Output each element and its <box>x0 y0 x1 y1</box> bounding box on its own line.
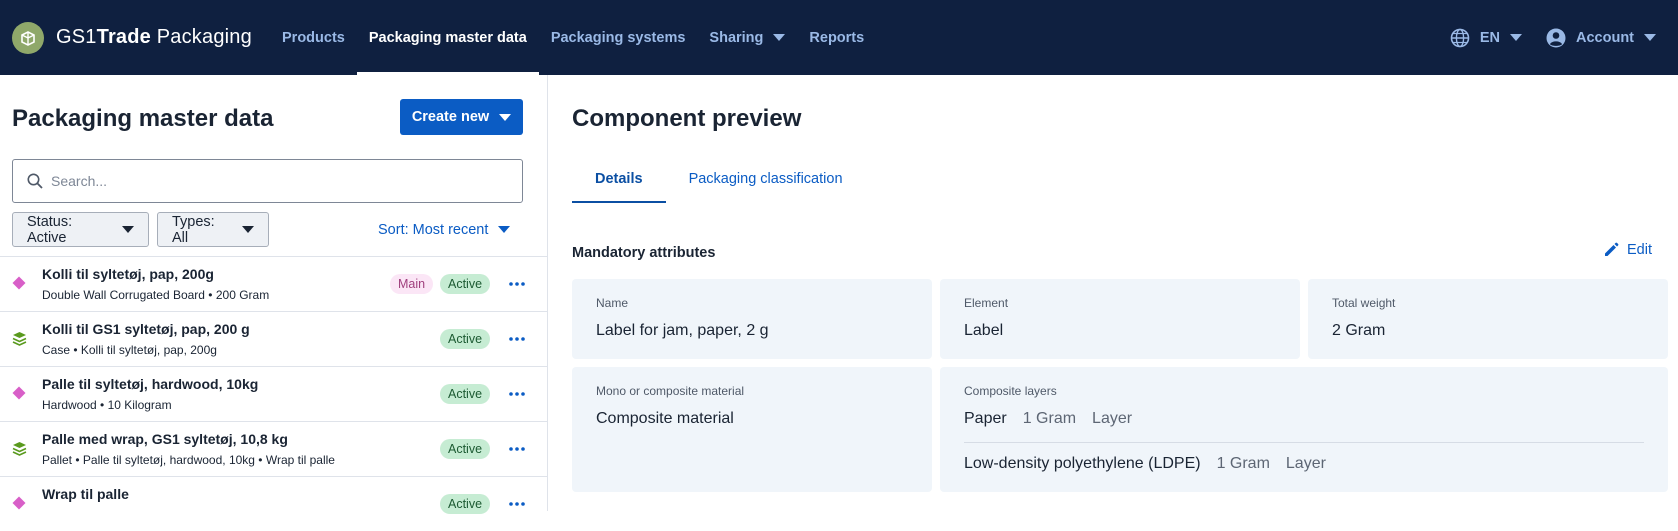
status-badge: Active <box>440 494 491 514</box>
chevron-down-icon <box>498 226 511 233</box>
section-title: Mandatory attributes <box>572 245 716 261</box>
preview-tabs: Details Packaging classification <box>572 155 866 203</box>
layer-quantity: 1 Gram <box>1022 410 1077 427</box>
layer-row: Low-density polyethylene (LDPE) 1 Gram L… <box>964 455 1326 473</box>
user-icon <box>1546 28 1566 47</box>
status-badge: Active <box>440 439 491 459</box>
diamond-icon <box>12 386 26 400</box>
item-subtitle: Case • Kolli til syltetøj, pap, 200g <box>42 343 217 357</box>
pencil-icon <box>1605 242 1619 256</box>
search-box[interactable] <box>12 159 523 203</box>
main-nav: Products Packaging master data Packaging… <box>270 0 876 75</box>
chevron-down-icon <box>499 113 512 121</box>
nav-right: EN Account <box>1438 0 1678 75</box>
more-options-button[interactable] <box>506 493 528 515</box>
preview-title: Component preview <box>572 105 802 132</box>
layer-quantity: 1 Gram <box>1216 455 1270 472</box>
ellipsis-icon <box>509 282 525 286</box>
material-card: Mono or composite material Composite mat… <box>572 367 932 492</box>
field-label: Composite layers <box>964 384 1057 398</box>
item-title: Kolli til GS1 syltetøj, pap, 200 g <box>42 321 250 337</box>
sort-dropdown[interactable]: Sort: Most recent <box>378 212 511 247</box>
ellipsis-icon <box>509 447 525 451</box>
ellipsis-icon <box>509 392 525 396</box>
tab-details[interactable]: Details <box>572 155 666 203</box>
layer-type: Layer <box>1285 455 1326 472</box>
brand-name: GS1Trade Packaging <box>56 26 252 48</box>
nav-reports[interactable]: Reports <box>797 0 876 75</box>
status-badge: Active <box>440 274 491 294</box>
more-options-button[interactable] <box>506 273 528 295</box>
list-item[interactable]: Kolli til GS1 syltetøj, pap, 200 g Case … <box>0 311 547 366</box>
more-options-button[interactable] <box>506 383 528 405</box>
page-title: Packaging master data <box>12 105 274 132</box>
item-title: Wrap til palle <box>42 486 129 502</box>
create-new-button[interactable]: Create new <box>400 99 523 135</box>
main-badge: Main <box>390 274 434 294</box>
account-menu[interactable]: Account <box>1534 28 1668 48</box>
packaging-list: Kolli til syltetøj, pap, 200g Double Wal… <box>0 256 547 531</box>
item-title: Kolli til syltetøj, pap, 200g <box>42 266 214 282</box>
status-filter-button[interactable]: Status: Active <box>12 212 149 247</box>
more-options-button[interactable] <box>506 438 528 460</box>
component-preview-panel: Component preview Details Packaging clas… <box>548 75 1678 511</box>
tab-packaging-classification[interactable]: Packaging classification <box>666 155 866 203</box>
field-label: Name <box>596 296 629 310</box>
globe-icon <box>1450 28 1470 47</box>
language-selector[interactable]: EN <box>1438 28 1534 48</box>
field-value: Label <box>964 322 1004 339</box>
name-card: Name Label for jam, paper, 2 g <box>572 279 932 359</box>
status-badge: Active <box>440 384 491 404</box>
item-title: Palle til syltetøj, hardwood, 10kg <box>42 376 259 392</box>
nav-sharing[interactable]: Sharing <box>697 0 797 75</box>
element-card: Element Label <box>940 279 1300 359</box>
field-label: Element <box>964 296 1009 310</box>
search-icon <box>27 173 43 189</box>
list-item[interactable]: Wrap til palle Active <box>0 476 547 531</box>
edit-button[interactable]: Edit <box>1603 242 1652 258</box>
types-filter-button[interactable]: Types: All <box>157 212 269 247</box>
total-weight-card: Total weight 2 Gram <box>1308 279 1668 359</box>
list-item[interactable]: Kolli til syltetøj, pap, 200g Double Wal… <box>0 256 547 311</box>
chevron-down-icon <box>242 226 254 233</box>
ellipsis-icon <box>509 337 525 341</box>
top-navigation-bar: GS1Trade Packaging Products Packaging ma… <box>0 0 1678 75</box>
chevron-down-icon <box>1510 34 1522 41</box>
layer-type: Layer <box>1092 410 1133 427</box>
gs1-logo-icon <box>12 21 44 54</box>
layer-name: Paper <box>964 410 1007 427</box>
divider <box>964 442 1644 443</box>
field-value: Composite material <box>596 410 734 427</box>
nav-products[interactable]: Products <box>270 0 357 75</box>
brand[interactable]: GS1Trade Packaging <box>0 21 270 54</box>
composite-layers-card: Composite layers Paper 1 Gram Layer Low-… <box>940 367 1668 492</box>
field-value: 2 Gram <box>1332 322 1386 339</box>
master-data-panel: Packaging master data Create new Status:… <box>0 75 548 514</box>
nav-packaging-systems[interactable]: Packaging systems <box>539 0 698 75</box>
list-item[interactable]: Palle til syltetøj, hardwood, 10kg Hardw… <box>0 366 547 421</box>
layer-name: Low-density polyethylene (LDPE) <box>964 455 1201 472</box>
list-item[interactable]: Palle med wrap, GS1 syltetøj, 10,8 kg Pa… <box>0 421 547 476</box>
field-label: Mono or composite material <box>596 384 745 398</box>
chevron-down-icon <box>1644 34 1656 41</box>
chevron-down-icon <box>773 34 786 41</box>
nav-packaging-master-data[interactable]: Packaging master data <box>356 0 539 75</box>
search-input[interactable] <box>51 173 471 189</box>
item-subtitle: Pallet • Palle til syltetøj, hardwood, 1… <box>42 453 335 467</box>
field-label: Total weight <box>1332 296 1396 310</box>
layers-icon <box>12 442 27 456</box>
diamond-icon <box>12 496 26 510</box>
status-badge: Active <box>440 329 491 349</box>
chevron-down-icon <box>122 226 134 233</box>
layer-row: Paper 1 Gram Layer <box>964 410 1132 428</box>
layers-icon <box>12 332 27 346</box>
item-subtitle: Hardwood • 10 Kilogram <box>42 398 172 412</box>
diamond-icon <box>12 276 26 290</box>
item-subtitle: Double Wall Corrugated Board • 200 Gram <box>42 288 270 302</box>
more-options-button[interactable] <box>506 328 528 350</box>
ellipsis-icon <box>509 502 525 506</box>
field-value: Label for jam, paper, 2 g <box>596 322 769 339</box>
item-title: Palle med wrap, GS1 syltetøj, 10,8 kg <box>42 431 288 447</box>
